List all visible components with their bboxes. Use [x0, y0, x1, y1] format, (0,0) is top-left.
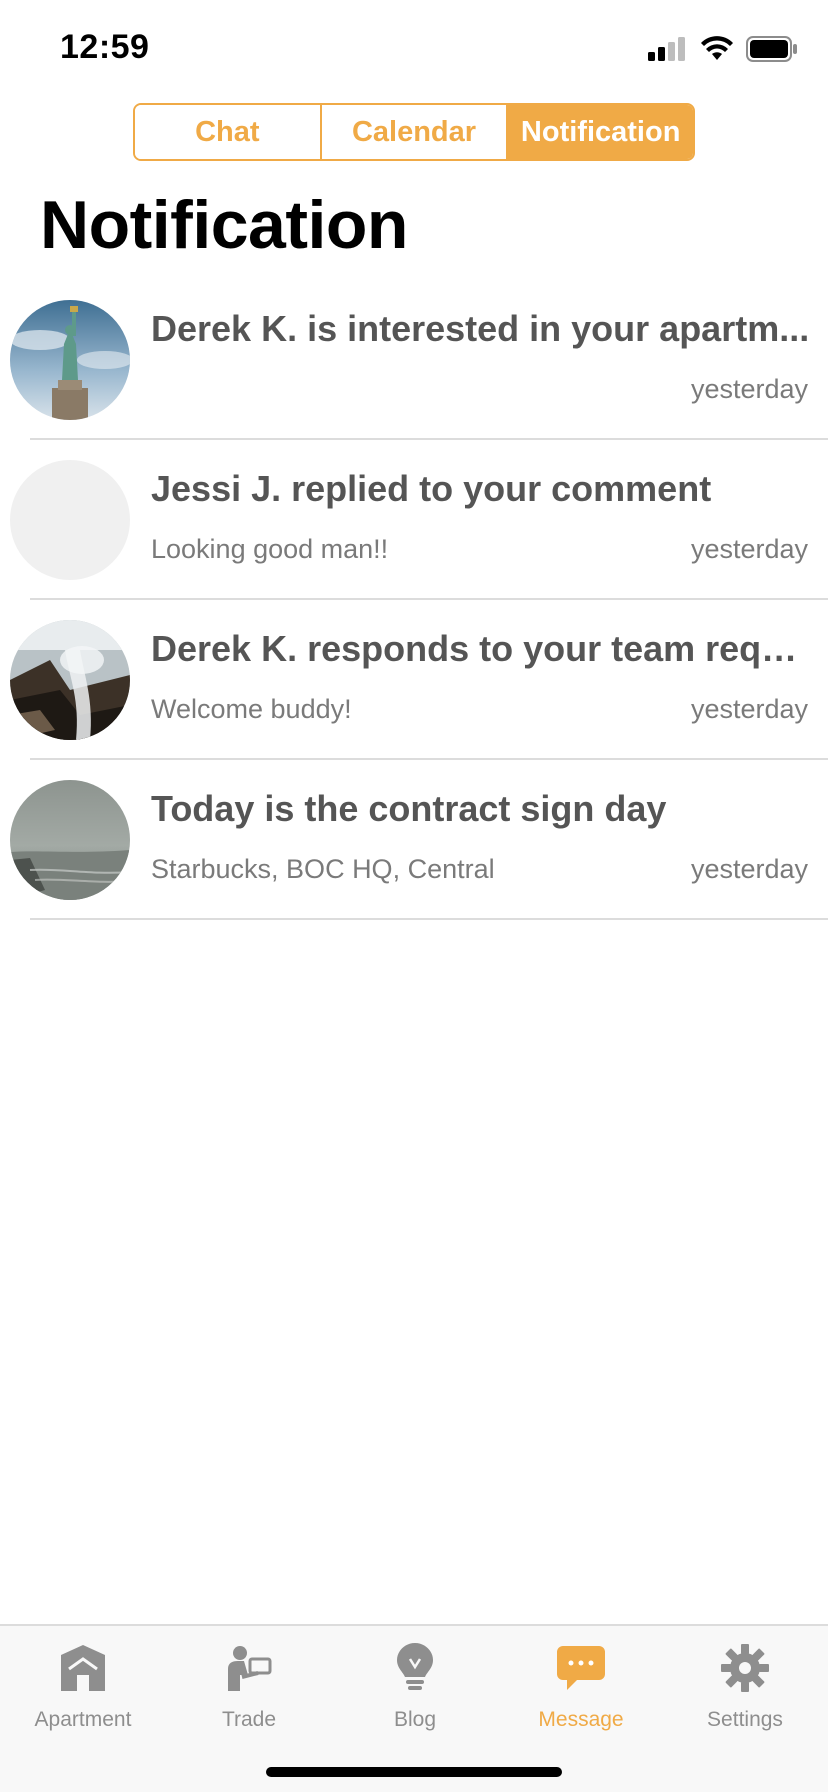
notification-row[interactable]: Today is the contract sign day Starbucks…	[0, 760, 828, 920]
notification-time: yesterday	[690, 534, 808, 564]
avatar	[10, 620, 130, 740]
statue-of-liberty-image	[10, 300, 130, 420]
notification-row[interactable]: Derek K. responds to your team requ... W…	[0, 600, 828, 760]
page-title: Notification	[40, 187, 408, 263]
tab-label: Message	[538, 1708, 624, 1731]
segmented-control: Chat Calendar Notification	[133, 103, 695, 161]
gear-icon	[719, 1642, 771, 1694]
tab-trade[interactable]: Trade	[166, 1642, 332, 1732]
status-icons	[648, 36, 798, 62]
notification-row[interactable]: Derek K. is interested in your apartm...…	[0, 280, 828, 440]
tab-apartment[interactable]: Apartment	[0, 1642, 166, 1732]
tab-label: Trade	[221, 1708, 277, 1731]
notification-row[interactable]: Jessi J. replied to your comment Looking…	[0, 440, 828, 600]
tab-blog[interactable]: Blog	[332, 1642, 498, 1732]
wifi-icon	[701, 36, 733, 60]
notification-subtitle: Welcome buddy!	[151, 694, 352, 724]
cellular-signal-icon	[648, 37, 685, 61]
avatar	[10, 460, 130, 580]
tab-label: Apartment	[34, 1708, 132, 1731]
home-indicator	[266, 1767, 562, 1777]
tab-label: Blog	[393, 1708, 437, 1731]
notification-title: Today is the contract sign day	[151, 788, 667, 829]
battery-icon	[746, 36, 797, 62]
waterfall-image	[10, 620, 130, 740]
segment-chat[interactable]: Chat	[135, 105, 320, 159]
message-bubble-icon	[555, 1642, 607, 1694]
segment-calendar[interactable]: Calendar	[319, 105, 507, 159]
notification-subtitle: Starbucks, BOC HQ, Central	[151, 854, 495, 884]
notification-title: Jessi J. replied to your comment	[151, 468, 712, 509]
lightbulb-icon	[389, 1642, 441, 1694]
notification-subtitle: Looking good man!!	[151, 534, 389, 564]
notification-time: yesterday	[690, 854, 808, 884]
divider	[30, 918, 828, 920]
segment-notification[interactable]: Notification	[506, 105, 693, 159]
avatar	[10, 780, 130, 900]
notification-title: Derek K. responds to your team requ...	[151, 628, 811, 669]
notification-time: yesterday	[690, 694, 808, 724]
status-time: 12:59	[60, 28, 150, 66]
tab-settings[interactable]: Settings	[662, 1642, 828, 1732]
tab-label: Settings	[707, 1708, 783, 1731]
status-bar: 12:59	[0, 0, 828, 96]
notification-time: yesterday	[690, 374, 808, 404]
house-icon	[57, 1642, 109, 1694]
trade-icon	[223, 1642, 275, 1694]
tab-message[interactable]: Message	[498, 1642, 664, 1732]
avatar	[10, 300, 130, 420]
notification-list: Derek K. is interested in your apartm...…	[0, 280, 828, 920]
notification-title: Derek K. is interested in your apartm...	[151, 308, 810, 349]
foggy-coast-image	[10, 780, 130, 900]
